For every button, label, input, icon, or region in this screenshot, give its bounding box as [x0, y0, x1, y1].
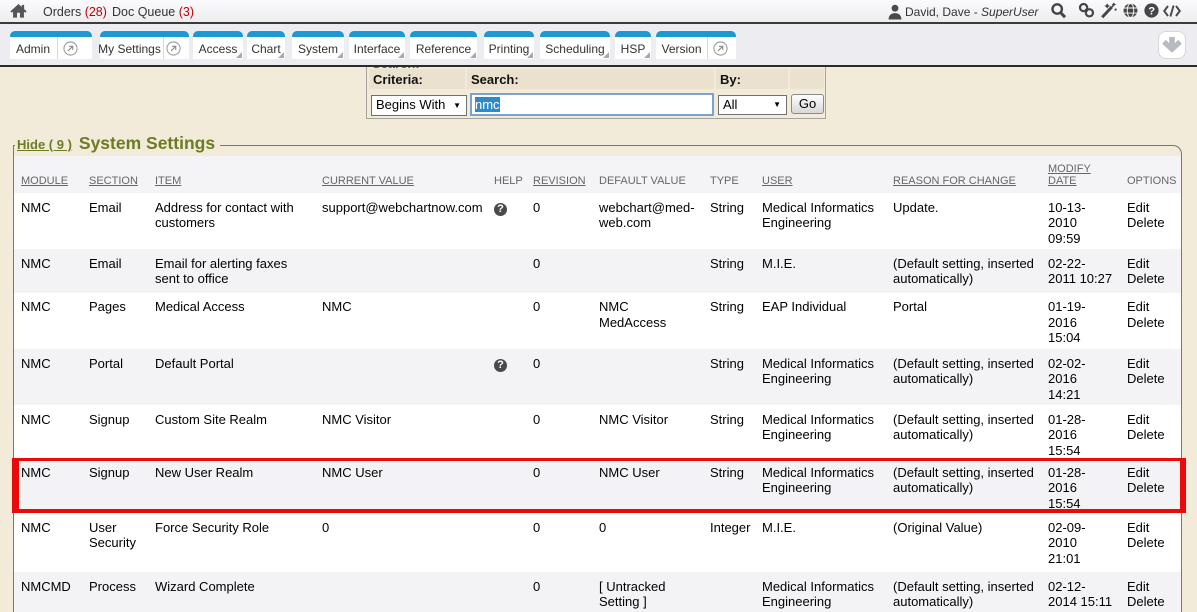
svg-text:?: ? — [1148, 5, 1155, 17]
